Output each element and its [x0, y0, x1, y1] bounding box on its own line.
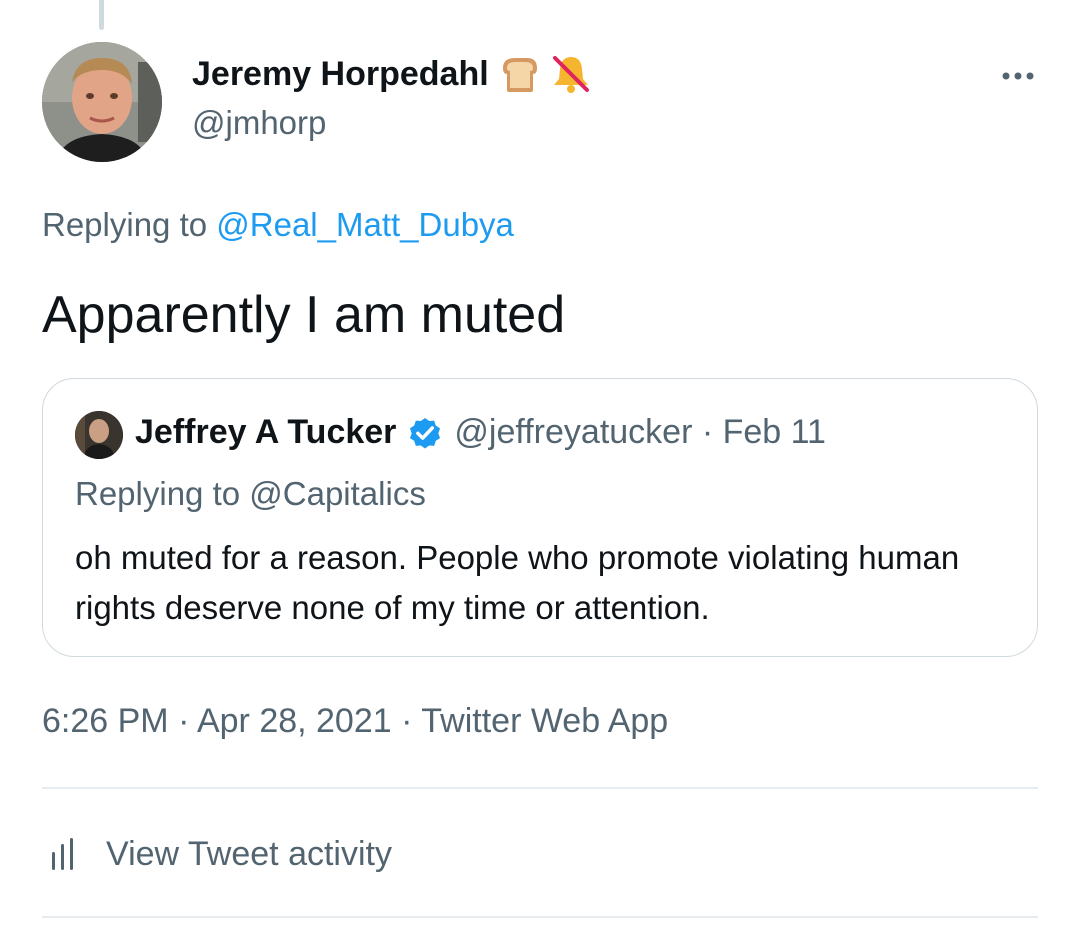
divider	[42, 787, 1038, 789]
quoted-replying-to: Replying to @Capitalics	[75, 475, 426, 512]
quoted-handle-date: @jeffreyatucker · Feb 11	[454, 413, 826, 451]
view-tweet-activity-button[interactable]: View Tweet activity	[42, 832, 392, 876]
verified-badge-icon	[410, 417, 441, 449]
tweet-timestamp[interactable]: 6:26 PM · Apr 28, 2021 · Twitter Web App	[42, 702, 668, 741]
quoted-tweet-text: oh muted for a reason. People who promot…	[75, 539, 960, 626]
more-icon[interactable]	[998, 56, 1038, 96]
quoted-author-name[interactable]: Jeffrey A Tucker	[135, 413, 396, 452]
author-name[interactable]: Jeremy Horpedahl	[192, 55, 489, 94]
tweet-text: Apparently I am muted	[42, 286, 566, 344]
quoted-author-avatar[interactable]	[75, 411, 123, 459]
divider	[42, 916, 1038, 918]
bell-slash-emoji-icon	[552, 56, 589, 93]
thread-connector-line	[99, 0, 104, 30]
author-name-row[interactable]: Jeremy Horpedahl	[192, 52, 593, 96]
quoted-header: Jeffrey A Tucker @jeffreyatucker · Feb 1…	[135, 413, 826, 452]
view-tweet-activity-label: View Tweet activity	[106, 834, 392, 873]
replying-to-line: Replying to @Real_Matt_Dubya	[42, 206, 514, 244]
replying-to-label: Replying to	[42, 206, 217, 243]
bread-emoji-icon	[502, 58, 537, 92]
quoted-tweet-card[interactable]: Jeffrey A Tucker @jeffreyatucker · Feb 1…	[42, 378, 1038, 657]
reply-mention-link[interactable]: @Real_Matt_Dubya	[216, 206, 514, 243]
activity-chart-icon	[52, 838, 73, 870]
author-handle[interactable]: @jmhorp	[192, 104, 326, 142]
author-avatar[interactable]	[42, 42, 162, 162]
